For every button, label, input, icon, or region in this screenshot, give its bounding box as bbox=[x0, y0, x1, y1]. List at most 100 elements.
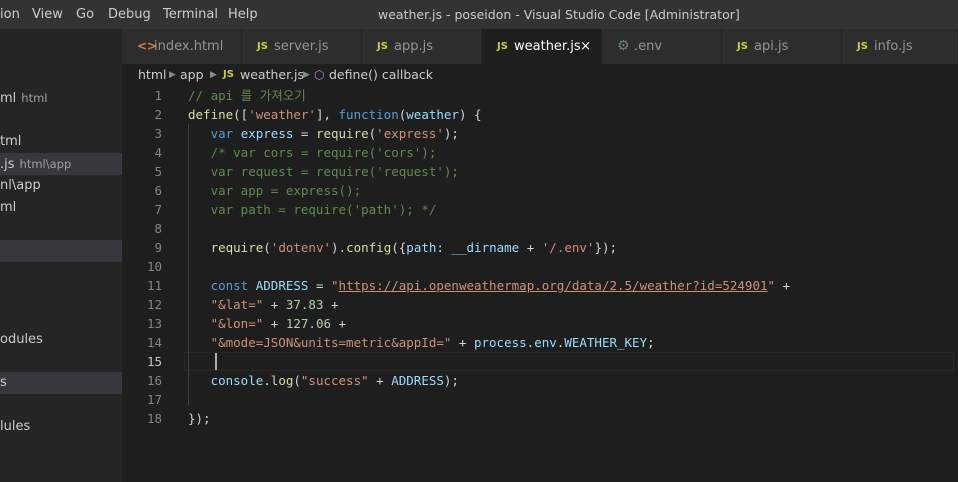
breadcrumb-symbol[interactable]: define() callback bbox=[329, 64, 433, 86]
explorer-item-highlighted[interactable]: s bbox=[0, 372, 122, 394]
tab-server-js[interactable]: JS server.js bbox=[242, 29, 362, 64]
menu-terminal[interactable]: Terminal bbox=[163, 0, 218, 29]
tab-info-js[interactable]: JS info.js bbox=[842, 29, 958, 64]
code-token: 'express' bbox=[376, 126, 444, 141]
method-cube-icon: ⬡ bbox=[314, 68, 325, 82]
code-token: ({ bbox=[391, 240, 407, 255]
code-token: }); bbox=[188, 411, 211, 426]
code-token: "success" bbox=[300, 373, 369, 388]
code-token: log bbox=[270, 373, 294, 388]
code-line: define(['weather'], function(weather) { bbox=[188, 105, 482, 124]
code-token: . bbox=[263, 373, 271, 388]
code-line bbox=[188, 352, 211, 371]
code-token: var request = require('request'); bbox=[188, 164, 459, 179]
line-number: 6 bbox=[154, 183, 162, 198]
code-token: ); bbox=[443, 126, 459, 141]
code-token: weather bbox=[406, 107, 459, 122]
explorer-item[interactable]: lules bbox=[0, 416, 122, 438]
line-number: 4 bbox=[154, 145, 162, 160]
code-token: " bbox=[331, 278, 339, 293]
explorer-section-header[interactable] bbox=[0, 240, 122, 262]
code-token: var app = express(); bbox=[188, 183, 362, 198]
close-icon[interactable]: × bbox=[580, 29, 591, 64]
explorer-item-label: s bbox=[0, 375, 7, 390]
line-number: 5 bbox=[154, 164, 162, 179]
menu-debug[interactable]: Debug bbox=[108, 0, 151, 29]
explorer-item-label: nl\app bbox=[0, 178, 41, 193]
tab-label: weather.js bbox=[514, 39, 581, 54]
menu-go[interactable]: Go bbox=[76, 0, 94, 29]
code-token: require bbox=[315, 126, 369, 141]
gear-icon: ⚙ bbox=[617, 38, 630, 54]
explorer-item-selected[interactable]: .js html\app bbox=[0, 153, 122, 175]
menu-view[interactable]: View bbox=[32, 0, 63, 29]
js-icon: JS bbox=[377, 41, 388, 52]
line-number: 7 bbox=[154, 202, 162, 217]
code-token: 'dotenv' bbox=[270, 240, 332, 255]
explorer-item[interactable]: tml bbox=[0, 131, 122, 153]
line-number: 15 bbox=[146, 354, 162, 369]
code-line: var express = require('express'); bbox=[188, 124, 459, 143]
line-number: 13 bbox=[146, 316, 162, 331]
tab-label: server.js bbox=[274, 39, 329, 54]
explorer-item-path: html bbox=[21, 91, 48, 105]
tab-weather-js[interactable]: JS weather.js × bbox=[482, 29, 602, 64]
menu-selection[interactable]: ion bbox=[0, 0, 20, 29]
line-number: 17 bbox=[146, 392, 162, 407]
code-token: ADDRESS bbox=[255, 278, 309, 293]
code-token: + bbox=[323, 297, 339, 312]
chevron-right-icon: ▶ bbox=[210, 70, 217, 80]
line-number: 16 bbox=[146, 373, 162, 388]
breadcrumb: html ▶ app ▶ JS weather.js ▶ ⬡ define() … bbox=[122, 64, 958, 86]
code-token: : bbox=[436, 240, 452, 255]
code-token: WEATHER_KEY bbox=[564, 335, 648, 350]
code-token: var bbox=[210, 126, 234, 141]
tab-index-html[interactable]: <> index.html bbox=[122, 29, 242, 64]
code-token: express bbox=[240, 126, 294, 141]
tab-api-js[interactable]: JS api.js bbox=[722, 29, 842, 64]
breadcrumb-file[interactable]: weather.js bbox=[240, 64, 304, 86]
explorer-item[interactable]: ml html bbox=[0, 87, 122, 109]
tab-label: index.html bbox=[154, 39, 224, 54]
explorer-item[interactable]: odules bbox=[0, 329, 122, 351]
code-token: 37.83 bbox=[285, 297, 324, 312]
explorer-item[interactable]: nl\app bbox=[0, 175, 122, 197]
tab-env[interactable]: ⚙ .env bbox=[602, 29, 722, 64]
line-number: 9 bbox=[154, 240, 162, 255]
code-token: + bbox=[775, 278, 791, 293]
menu-help[interactable]: Help bbox=[228, 0, 258, 29]
tab-label: app.js bbox=[394, 39, 433, 54]
tab-app-js[interactable]: JS app.js bbox=[362, 29, 482, 64]
line-number: 3 bbox=[154, 126, 162, 141]
breadcrumb-html[interactable]: html bbox=[138, 64, 166, 86]
js-icon: JS bbox=[223, 69, 234, 80]
explorer-item[interactable]: ml bbox=[0, 197, 122, 219]
code-editor[interactable]: 1 // api 를 가져오기 2 define(['weather'], funct… bbox=[122, 86, 958, 482]
code-token: + bbox=[368, 373, 392, 388]
window-title: weather.js - poseidon - Visual Studio Co… bbox=[378, 7, 740, 22]
chevron-right-icon: ▶ bbox=[303, 70, 310, 80]
code-token: ADDRESS bbox=[391, 373, 444, 388]
js-icon: JS bbox=[257, 41, 268, 52]
code-line: const ADDRESS = "https://api.openweather… bbox=[188, 276, 791, 295]
code-token: ( bbox=[293, 373, 301, 388]
explorer-item-label: .js bbox=[0, 157, 15, 172]
line-number: 2 bbox=[154, 107, 162, 122]
code-token: ([ bbox=[233, 107, 249, 122]
code-token: + bbox=[263, 297, 286, 312]
code-token: " bbox=[767, 278, 776, 293]
code-token: /* var cors = require('cors'); bbox=[210, 145, 437, 160]
code-token: const bbox=[210, 278, 249, 293]
tab-label: api.js bbox=[754, 39, 789, 54]
breadcrumb-app[interactable]: app bbox=[180, 64, 204, 86]
code-line: "&lat=" + 37.83 + bbox=[188, 295, 339, 314]
code-token: }); bbox=[594, 240, 618, 255]
code-token: ; bbox=[647, 335, 655, 350]
